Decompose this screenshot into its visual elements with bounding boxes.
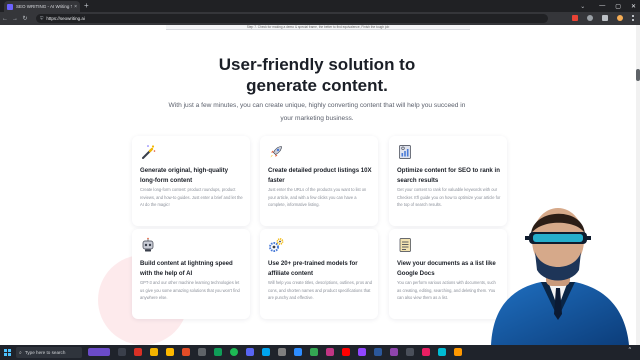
browser-tab-bar: SEO WRITING - AI Writing Tool × + ⌄ — ▢ … xyxy=(0,0,640,12)
minimize-button[interactable]: — xyxy=(599,3,605,9)
video-caption-strip: Step 7. Check for making a demo & specia… xyxy=(166,25,470,30)
feature-card: Generate original, high-quality long-for… xyxy=(132,136,250,226)
feature-title: Generate original, high-quality long-for… xyxy=(140,167,229,184)
rocket-icon xyxy=(270,146,282,158)
maximize-button[interactable]: ▢ xyxy=(615,3,621,10)
page-headline: User-friendly solution to generate conte… xyxy=(0,54,634,96)
address-bar[interactable]: ⛨ https://seowriting.ai xyxy=(36,14,548,23)
taskbar-app-icon[interactable] xyxy=(438,348,446,356)
search-icon: ⌕ xyxy=(19,349,22,356)
feature-card: Build content at lightning speed with th… xyxy=(132,229,250,319)
feature-card: Use 20+ pre-trained models for affiliate… xyxy=(260,229,378,319)
feature-title: Create detailed product listings 10X fas… xyxy=(268,167,372,184)
taskbar-widget-icon[interactable] xyxy=(88,348,110,356)
lock-icon: ⛨ xyxy=(40,16,44,21)
spotify-icon[interactable] xyxy=(230,348,238,356)
url-text[interactable]: https://seowriting.ai xyxy=(46,16,85,21)
feature-description: GPT-3 and our other machine learning tec… xyxy=(140,280,240,300)
extensions-area xyxy=(572,15,634,21)
tab-search-chevron-icon[interactable]: ⌄ xyxy=(580,3,585,10)
taskbar-app-icon[interactable] xyxy=(406,348,414,356)
feature-title: Optimize content for SEO to rank in sear… xyxy=(397,167,500,184)
profile-avatar-icon[interactable] xyxy=(617,15,623,21)
windows-start-icon[interactable] xyxy=(4,349,11,356)
taskbar-app-icon[interactable] xyxy=(294,348,302,356)
file-explorer-icon[interactable] xyxy=(166,348,174,356)
taskbar-app-icon[interactable] xyxy=(278,348,286,356)
seo-analytics-icon xyxy=(399,145,411,159)
browser-tab[interactable]: SEO WRITING - AI Writing Tool × xyxy=(4,1,80,12)
taskbar-app-icon[interactable] xyxy=(390,348,398,356)
site-favicon-icon xyxy=(7,3,13,10)
tab-title: SEO WRITING - AI Writing Tool xyxy=(16,4,72,9)
taskbar-app-icon[interactable] xyxy=(454,348,462,356)
page-subtext: With just a few minutes, you can create … xyxy=(168,102,466,122)
taskbar-app-icon[interactable] xyxy=(358,348,366,356)
browser-toolbar: ← → ↻ ⛨ https://seowriting.ai xyxy=(0,12,640,25)
feature-description: Will help you create titles, description… xyxy=(268,280,372,300)
taskbar-app-icon[interactable] xyxy=(310,348,318,356)
kebab-menu-icon[interactable] xyxy=(632,15,634,21)
extension-icon[interactable] xyxy=(572,15,578,21)
presenter-avatar-overlay xyxy=(491,208,629,345)
tray-chevron-icon[interactable]: ^ xyxy=(629,347,631,353)
system-tray: ^ xyxy=(629,347,636,353)
magic-wand-icon xyxy=(142,145,156,159)
taskbar-app-icon[interactable] xyxy=(246,348,254,356)
headline-line-2: generate content. xyxy=(246,76,388,95)
taskbar-app-icon[interactable] xyxy=(198,348,206,356)
taskbar-app-icon[interactable] xyxy=(134,348,142,356)
document-list-icon xyxy=(399,238,411,252)
feature-card: Create detailed product listings 10X fas… xyxy=(260,136,378,226)
taskbar-app-icon[interactable] xyxy=(262,348,270,356)
window-controls: ⌄ — ▢ ✕ xyxy=(580,0,636,12)
taskbar-app-icon[interactable] xyxy=(422,348,430,356)
task-view-icon[interactable] xyxy=(118,348,126,356)
brave-browser-icon[interactable] xyxy=(182,348,190,356)
chrome-icon[interactable] xyxy=(150,348,158,356)
feature-description: Just enter the URLs of the products you … xyxy=(268,187,367,207)
puzzle-icon[interactable] xyxy=(602,15,608,21)
robot-icon xyxy=(142,237,154,252)
forward-button[interactable]: → xyxy=(10,16,20,22)
taskbar-app-icon[interactable] xyxy=(374,348,382,356)
search-placeholder: Type here to search xyxy=(24,350,66,355)
youtube-icon[interactable] xyxy=(342,348,350,356)
feature-description: Create long-form content: product roundu… xyxy=(140,187,243,207)
reload-button[interactable]: ↻ xyxy=(20,15,30,22)
taskbar-app-icon[interactable] xyxy=(326,348,334,356)
taskbar-app-icon[interactable] xyxy=(214,348,222,356)
taskbar-search-input[interactable]: ⌕ Type here to search xyxy=(16,347,82,358)
close-window-button[interactable]: ✕ xyxy=(631,3,636,10)
extension-icon[interactable] xyxy=(587,15,593,21)
os-taskbar: ⌕ Type here to search ^ xyxy=(0,345,640,360)
headline-line-1: User-friendly solution to xyxy=(218,55,416,74)
tab-close-icon[interactable]: × xyxy=(74,4,77,10)
back-button[interactable]: ← xyxy=(0,16,10,22)
new-tab-button[interactable]: + xyxy=(84,1,89,11)
gears-icon xyxy=(269,238,284,252)
scrollbar-thumb[interactable] xyxy=(636,69,640,81)
feature-title: Use 20+ pre-trained models for affiliate… xyxy=(268,260,358,277)
feature-title: Build content at lightning speed with th… xyxy=(140,260,233,277)
